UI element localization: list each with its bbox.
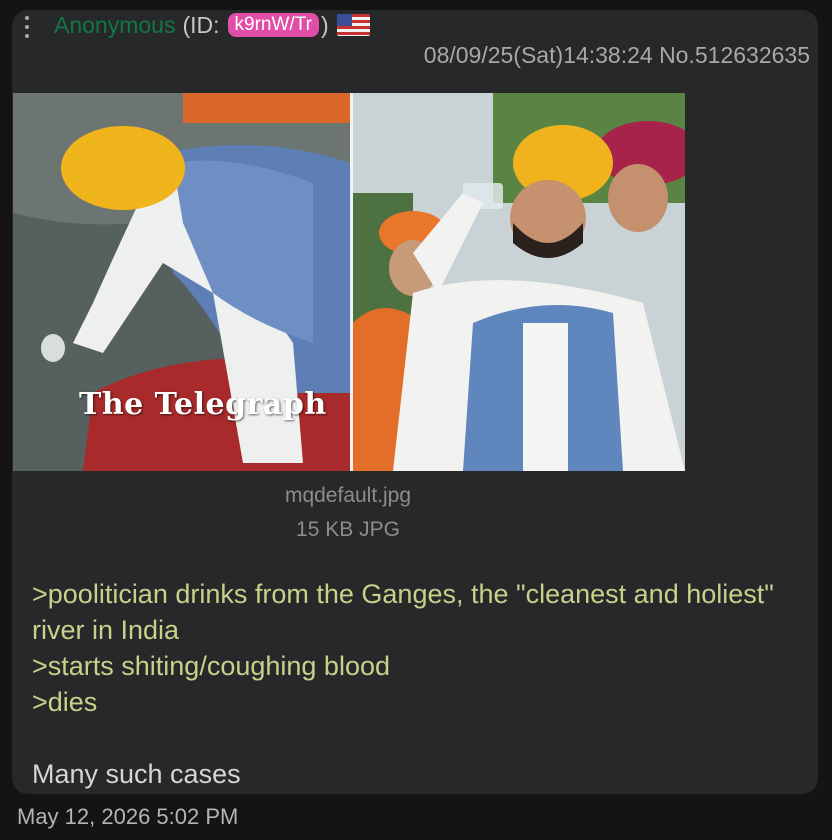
screenshot-date: May 12, 2026 5:02 PM [17, 804, 239, 829]
greentext-line: >dies [32, 687, 98, 717]
poster-id-badge[interactable]: k9rnW/Tr [227, 13, 319, 37]
image-right-illustration [353, 93, 685, 471]
more-options-icon[interactable] [23, 14, 31, 40]
post-timestamp[interactable]: 08/09/25(Sat)14:38:24 No.512632635 [0, 42, 810, 69]
poster-name[interactable]: Anonymous [54, 12, 175, 39]
post-image[interactable]: The Telegraph [13, 93, 685, 471]
greentext-line: >poolitician drinks from the Ganges, the… [32, 579, 774, 645]
id-prefix: (ID: [182, 11, 220, 38]
us-flag-icon [336, 14, 370, 36]
post-header: Anonymous (ID: k9rnW/Tr ) [54, 10, 370, 40]
image-watermark-telegraph: The Telegraph [79, 387, 327, 422]
image-left-panel: The Telegraph [13, 93, 350, 471]
image-right-panel [353, 93, 685, 471]
image-filename[interactable]: mqdefault.jpg [12, 484, 684, 508]
greentext-line: >starts shiting/coughing blood [32, 651, 390, 681]
closing-line: Many such cases [32, 759, 241, 789]
post-body: >poolitician drinks from the Ganges, the… [32, 576, 792, 792]
image-filesize: 15 KB JPG [296, 518, 400, 541]
id-suffix: ) [320, 11, 329, 38]
